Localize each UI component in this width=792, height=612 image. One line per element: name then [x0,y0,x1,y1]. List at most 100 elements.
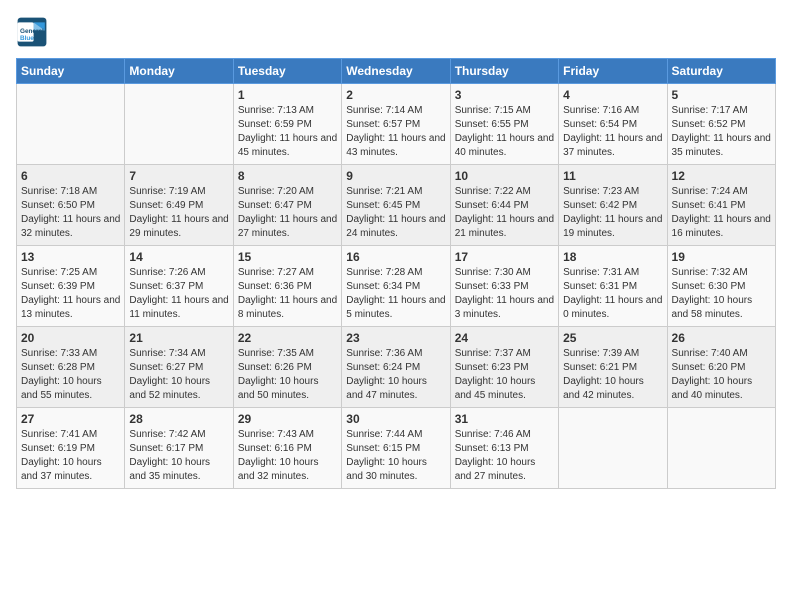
day-detail: Sunrise: 7:16 AM Sunset: 6:54 PM Dayligh… [563,104,662,160]
calendar-table: SundayMondayTuesdayWednesdayThursdayFrid… [16,58,776,489]
day-number: 19 [672,250,771,264]
day-number: 22 [238,331,337,345]
day-detail: Sunrise: 7:44 AM Sunset: 6:15 PM Dayligh… [346,428,445,484]
day-detail: Sunrise: 7:25 AM Sunset: 6:39 PM Dayligh… [21,266,120,322]
day-number: 17 [455,250,554,264]
day-detail: Sunrise: 7:30 AM Sunset: 6:33 PM Dayligh… [455,266,554,322]
calendar-cell: 21 Sunrise: 7:34 AM Sunset: 6:27 PM Dayli… [125,327,233,408]
calendar-cell: 29 Sunrise: 7:43 AM Sunset: 6:16 PM Dayli… [233,408,341,489]
day-number: 4 [563,88,662,102]
calendar-cell: 13Sunrise: 7:25 AM Sunset: 6:39 PM Dayli… [17,246,125,327]
calendar-cell: 22 Sunrise: 7:35 AM Sunset: 6:26 PM Dayli… [233,327,341,408]
calendar-cell [125,84,233,165]
day-detail: Sunrise: 7:20 AM Sunset: 6:47 PM Dayligh… [238,185,337,241]
calendar-cell: 17 Sunrise: 7:30 AM Sunset: 6:33 PM Dayli… [450,246,558,327]
day-detail: Sunrise: 7:17 AM Sunset: 6:52 PM Dayligh… [672,104,771,160]
calendar-cell: 6 Sunrise: 7:18 AM Sunset: 6:50 PM Daylig… [17,165,125,246]
day-detail: Sunrise: 7:33 AM Sunset: 6:28 PM Dayligh… [21,347,120,403]
calendar-cell [559,408,667,489]
day-detail: Sunrise: 7:39 AM Sunset: 6:21 PM Dayligh… [563,347,662,403]
svg-text:General: General [20,28,44,35]
calendar-cell: 30 Sunrise: 7:44 AM Sunset: 6:15 PM Dayli… [342,408,450,489]
day-number: 11 [563,169,662,183]
calendar-week-row: 13Sunrise: 7:25 AM Sunset: 6:39 PM Dayli… [17,246,776,327]
day-detail: Sunrise: 7:24 AM Sunset: 6:41 PM Dayligh… [672,185,771,241]
day-detail: Sunrise: 7:13 AM Sunset: 6:59 PM Dayligh… [238,104,337,160]
day-number: 1 [238,88,337,102]
day-detail: Sunrise: 7:22 AM Sunset: 6:44 PM Dayligh… [455,185,554,241]
calendar-week-row: 27 Sunrise: 7:41 AM Sunset: 6:19 PM Dayli… [17,408,776,489]
weekday-header-thursday: Thursday [450,59,558,84]
day-detail: Sunrise: 7:21 AM Sunset: 6:45 PM Dayligh… [346,185,445,241]
weekday-header-monday: Monday [125,59,233,84]
calendar-cell: 16 Sunrise: 7:28 AM Sunset: 6:34 PM Dayli… [342,246,450,327]
weekday-header-row: SundayMondayTuesdayWednesdayThursdayFrid… [17,59,776,84]
calendar-cell: 1 Sunrise: 7:13 AM Sunset: 6:59 PM Daylig… [233,84,341,165]
calendar-cell: 5 Sunrise: 7:17 AM Sunset: 6:52 PM Daylig… [667,84,775,165]
day-detail: Sunrise: 7:41 AM Sunset: 6:19 PM Dayligh… [21,428,120,484]
calendar-cell: 12 Sunrise: 7:24 AM Sunset: 6:41 PM Dayli… [667,165,775,246]
day-detail: Sunrise: 7:43 AM Sunset: 6:16 PM Dayligh… [238,428,337,484]
day-detail: Sunrise: 7:28 AM Sunset: 6:34 PM Dayligh… [346,266,445,322]
calendar-cell: 4 Sunrise: 7:16 AM Sunset: 6:54 PM Daylig… [559,84,667,165]
calendar-cell: 26 Sunrise: 7:40 AM Sunset: 6:20 PM Dayli… [667,327,775,408]
day-detail: Sunrise: 7:18 AM Sunset: 6:50 PM Dayligh… [21,185,120,241]
day-number: 8 [238,169,337,183]
day-number: 30 [346,412,445,426]
day-detail: Sunrise: 7:32 AM Sunset: 6:30 PM Dayligh… [672,266,771,322]
calendar-cell: 15 Sunrise: 7:27 AM Sunset: 6:36 PM Dayli… [233,246,341,327]
day-number: 6 [21,169,120,183]
day-number: 16 [346,250,445,264]
calendar-cell: 18 Sunrise: 7:31 AM Sunset: 6:31 PM Dayli… [559,246,667,327]
calendar-cell: 20Sunrise: 7:33 AM Sunset: 6:28 PM Dayli… [17,327,125,408]
calendar-cell: 3Sunrise: 7:15 AM Sunset: 6:55 PM Daylig… [450,84,558,165]
page-header: General Blue [16,16,776,48]
calendar-cell: 27 Sunrise: 7:41 AM Sunset: 6:19 PM Dayli… [17,408,125,489]
day-number: 31 [455,412,554,426]
calendar-cell: 31 Sunrise: 7:46 AM Sunset: 6:13 PM Dayli… [450,408,558,489]
day-detail: Sunrise: 7:46 AM Sunset: 6:13 PM Dayligh… [455,428,554,484]
day-number: 5 [672,88,771,102]
calendar-header: SundayMondayTuesdayWednesdayThursdayFrid… [17,59,776,84]
weekday-header-wednesday: Wednesday [342,59,450,84]
calendar-cell: 14Sunrise: 7:26 AM Sunset: 6:37 PM Dayli… [125,246,233,327]
day-number: 28 [129,412,228,426]
day-number: 15 [238,250,337,264]
day-detail: Sunrise: 7:40 AM Sunset: 6:20 PM Dayligh… [672,347,771,403]
calendar-cell: 11 Sunrise: 7:23 AM Sunset: 6:42 PM Dayli… [559,165,667,246]
calendar-cell: 23Sunrise: 7:36 AM Sunset: 6:24 PM Dayli… [342,327,450,408]
logo: General Blue [16,16,48,48]
weekday-header-saturday: Saturday [667,59,775,84]
day-number: 7 [129,169,228,183]
calendar-week-row: 1 Sunrise: 7:13 AM Sunset: 6:59 PM Daylig… [17,84,776,165]
calendar-cell: 10Sunrise: 7:22 AM Sunset: 6:44 PM Dayli… [450,165,558,246]
weekday-header-sunday: Sunday [17,59,125,84]
day-detail: Sunrise: 7:34 AM Sunset: 6:27 PM Dayligh… [129,347,228,403]
day-detail: Sunrise: 7:35 AM Sunset: 6:26 PM Dayligh… [238,347,337,403]
day-number: 25 [563,331,662,345]
day-detail: Sunrise: 7:42 AM Sunset: 6:17 PM Dayligh… [129,428,228,484]
weekday-header-friday: Friday [559,59,667,84]
calendar-week-row: 6 Sunrise: 7:18 AM Sunset: 6:50 PM Daylig… [17,165,776,246]
day-number: 12 [672,169,771,183]
day-detail: Sunrise: 7:31 AM Sunset: 6:31 PM Dayligh… [563,266,662,322]
day-number: 21 [129,331,228,345]
day-number: 18 [563,250,662,264]
day-detail: Sunrise: 7:26 AM Sunset: 6:37 PM Dayligh… [129,266,228,322]
calendar-cell [17,84,125,165]
calendar-body: 1 Sunrise: 7:13 AM Sunset: 6:59 PM Daylig… [17,84,776,489]
calendar-cell: 9 Sunrise: 7:21 AM Sunset: 6:45 PM Daylig… [342,165,450,246]
day-number: 29 [238,412,337,426]
day-number: 23 [346,331,445,345]
day-number: 24 [455,331,554,345]
calendar-cell: 2Sunrise: 7:14 AM Sunset: 6:57 PM Daylig… [342,84,450,165]
calendar-cell: 7Sunrise: 7:19 AM Sunset: 6:49 PM Daylig… [125,165,233,246]
day-detail: Sunrise: 7:23 AM Sunset: 6:42 PM Dayligh… [563,185,662,241]
day-number: 9 [346,169,445,183]
day-detail: Sunrise: 7:27 AM Sunset: 6:36 PM Dayligh… [238,266,337,322]
weekday-header-tuesday: Tuesday [233,59,341,84]
day-detail: Sunrise: 7:14 AM Sunset: 6:57 PM Dayligh… [346,104,445,160]
svg-text:Blue: Blue [20,35,34,42]
day-number: 26 [672,331,771,345]
day-number: 27 [21,412,120,426]
